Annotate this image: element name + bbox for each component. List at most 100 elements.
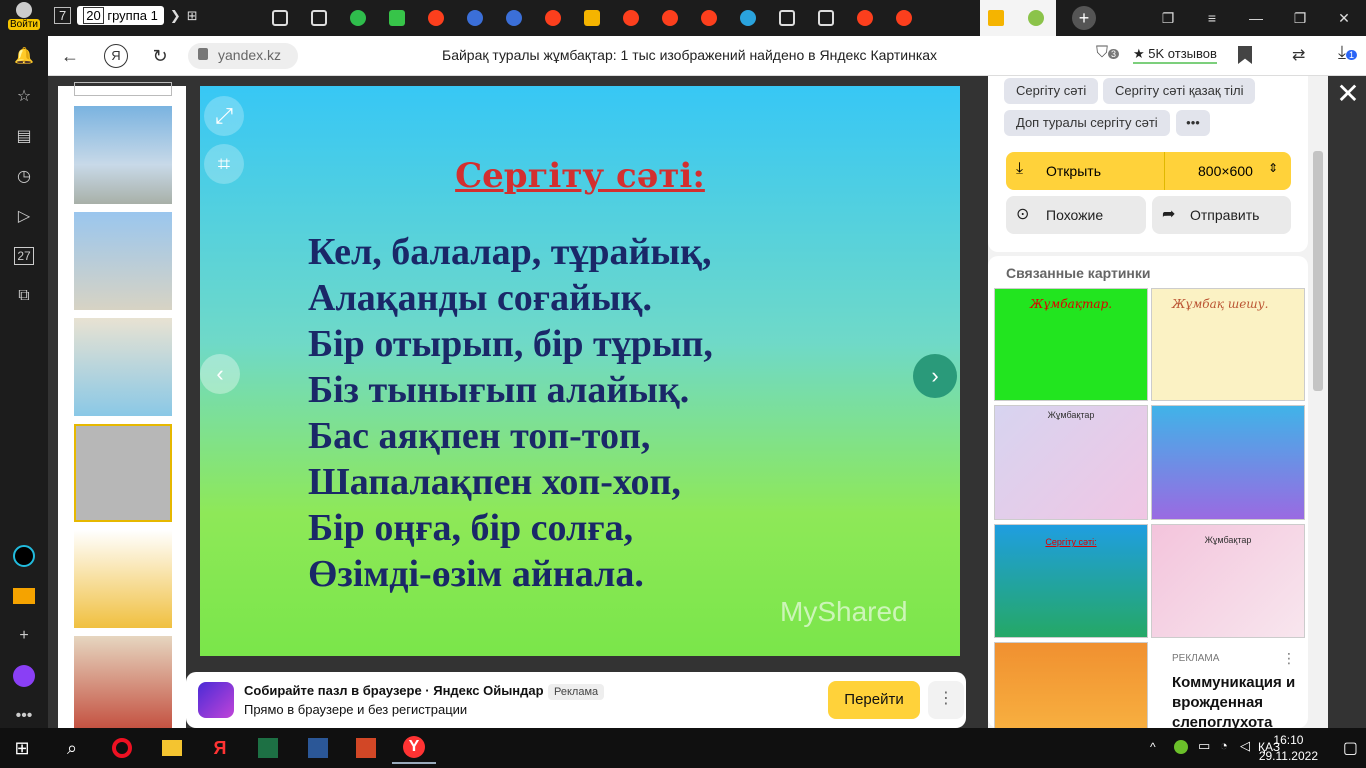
tray-app-icon[interactable]: [1174, 740, 1188, 754]
related-image[interactable]: [1151, 405, 1305, 520]
network-icon[interactable]: ▭: [1198, 738, 1210, 754]
protect-icon[interactable]: ⛉ 3: [1096, 44, 1120, 66]
play-icon[interactable]: ▷: [0, 196, 48, 236]
scrollbar[interactable]: [1308, 76, 1328, 728]
excel-icon[interactable]: [246, 732, 290, 764]
tab[interactable]: [377, 6, 416, 30]
tray-chevron-icon[interactable]: ^: [1150, 740, 1156, 754]
tab[interactable]: [845, 6, 884, 30]
restore-button[interactable]: ❐: [1278, 0, 1322, 36]
yandex-active-icon[interactable]: Y: [392, 732, 436, 764]
tab[interactable]: [494, 6, 533, 30]
tab[interactable]: [884, 6, 923, 30]
more-vertical-icon[interactable]: ⋮: [928, 681, 964, 719]
translate-icon[interactable]: ⇄: [1292, 45, 1305, 65]
ad-title[interactable]: Коммуникация и врожденная слепоглухота: [1172, 673, 1300, 729]
calendar-icon[interactable]: 27: [0, 236, 48, 276]
tag-chip[interactable]: Сергіту сәті: [1004, 78, 1099, 104]
reviews-badge[interactable]: ★ 5K отзывов: [1133, 46, 1217, 64]
bell-icon[interactable]: 🔔: [0, 36, 48, 76]
add-icon[interactable]: +: [0, 616, 48, 656]
tab[interactable]: [767, 6, 806, 30]
star-icon[interactable]: ☆: [0, 76, 48, 116]
ad-image[interactable]: [994, 642, 1148, 732]
yandex-home-icon[interactable]: Я: [104, 44, 128, 68]
fullscreen-button[interactable]: ⤢: [204, 96, 244, 136]
more-tags-button[interactable]: •••: [1176, 110, 1210, 136]
tab-group-name: группа 1: [107, 8, 158, 23]
next-image-button[interactable]: ›: [913, 354, 957, 398]
clock[interactable]: 16:10 29.11.2022: [1259, 732, 1318, 764]
thumbnail[interactable]: [74, 318, 172, 416]
collections-icon[interactable]: ❐: [1146, 0, 1190, 36]
tab[interactable]: [338, 6, 377, 30]
related-image[interactable]: Жұмбақ шешу.: [1151, 288, 1305, 401]
tab[interactable]: [650, 6, 689, 30]
tab[interactable]: [299, 6, 338, 30]
windows-start-icon[interactable]: ⊞: [0, 732, 44, 764]
related-image[interactable]: Сергіту сәті:: [994, 524, 1148, 638]
thumbnail[interactable]: [74, 636, 172, 734]
notifications-icon[interactable]: ▢: [1343, 738, 1358, 758]
chevron-right-icon[interactable]: ❯: [170, 8, 181, 24]
tab[interactable]: [416, 6, 455, 30]
related-image[interactable]: Жұмбақтар.: [994, 288, 1148, 401]
file-explorer-icon[interactable]: [150, 732, 194, 764]
menu-icon[interactable]: ≡: [1190, 0, 1234, 36]
thumbnail[interactable]: [74, 82, 172, 96]
wifi-icon[interactable]: ◔: [1220, 738, 1228, 753]
tab-group-count[interactable]: 7: [54, 7, 72, 24]
close-window-button[interactable]: ✕: [1322, 0, 1366, 36]
tab[interactable]: [455, 6, 494, 30]
related-image[interactable]: Жұмбақтар: [1151, 524, 1305, 638]
tag-chip[interactable]: Сергіту сәті қазақ тілі: [1103, 78, 1256, 104]
doc-icon: [817, 10, 834, 26]
tab[interactable]: [806, 6, 845, 30]
related-image[interactable]: Жұмбақтар: [994, 405, 1148, 520]
search-icon[interactable]: ⌕: [50, 732, 94, 764]
bookmark-icon[interactable]: [1238, 46, 1252, 64]
tab[interactable]: [260, 6, 299, 30]
tab[interactable]: [572, 6, 611, 30]
minimize-button[interactable]: —: [1234, 0, 1278, 36]
share-button[interactable]: ➦ Отправить: [1152, 196, 1291, 234]
more-vertical-icon[interactable]: ⋮: [1282, 650, 1296, 667]
close-viewer-button[interactable]: ✕: [1330, 76, 1366, 112]
opera-icon[interactable]: [100, 732, 144, 764]
tab[interactable]: [689, 6, 728, 30]
folder-icon[interactable]: ⊞: [187, 8, 198, 24]
open-image-button[interactable]: ⤓ Открыть 800×600 ⇕: [1006, 152, 1291, 190]
downloads-icon[interactable]: ⤓ 1: [1338, 42, 1357, 63]
word-icon[interactable]: [296, 732, 340, 764]
powerpoint-icon[interactable]: [344, 732, 388, 764]
volume-icon[interactable]: ◁: [1240, 738, 1250, 754]
collections-icon[interactable]: ▤: [0, 116, 48, 156]
yandex-browser-icon[interactable]: Я: [198, 732, 242, 764]
thumbnail[interactable]: [74, 530, 172, 628]
tab[interactable]: [728, 6, 767, 30]
screenshot-icon[interactable]: ⧉: [0, 276, 48, 316]
reload-button[interactable]: ↻: [148, 44, 172, 68]
history-icon[interactable]: ◷: [0, 156, 48, 196]
ad-banner[interactable]: Собирайте пазл в браузере · Яндекс Ойынд…: [186, 672, 966, 728]
tab[interactable]: [611, 6, 650, 30]
tag-chip[interactable]: Доп туралы сергіту сәті: [1004, 110, 1170, 136]
alice-voice-icon[interactable]: [0, 656, 48, 696]
url-field[interactable]: yandex.kz: [188, 43, 298, 69]
active-tab[interactable]: [980, 0, 1056, 36]
tab[interactable]: [533, 6, 572, 30]
login-button[interactable]: Войти: [4, 2, 44, 34]
thumbnail[interactable]: [74, 106, 172, 204]
new-tab-button[interactable]: +: [1072, 6, 1096, 30]
mail-icon[interactable]: [0, 576, 48, 616]
prev-image-button[interactable]: ‹: [200, 354, 240, 394]
similar-button[interactable]: ⊙ Похожие: [1006, 196, 1146, 234]
alice-icon[interactable]: [0, 536, 48, 576]
thumbnail[interactable]: [74, 212, 172, 310]
back-button[interactable]: ←: [58, 44, 82, 68]
thumbnail-selected[interactable]: [74, 424, 172, 522]
tab-group[interactable]: 7 20 группа 1 ❯ ⊞: [54, 6, 198, 25]
size-select[interactable]: 800×600: [1198, 163, 1253, 179]
ad-go-button[interactable]: Перейти: [828, 681, 920, 719]
tab-group-button[interactable]: 20 группа 1: [77, 6, 164, 25]
